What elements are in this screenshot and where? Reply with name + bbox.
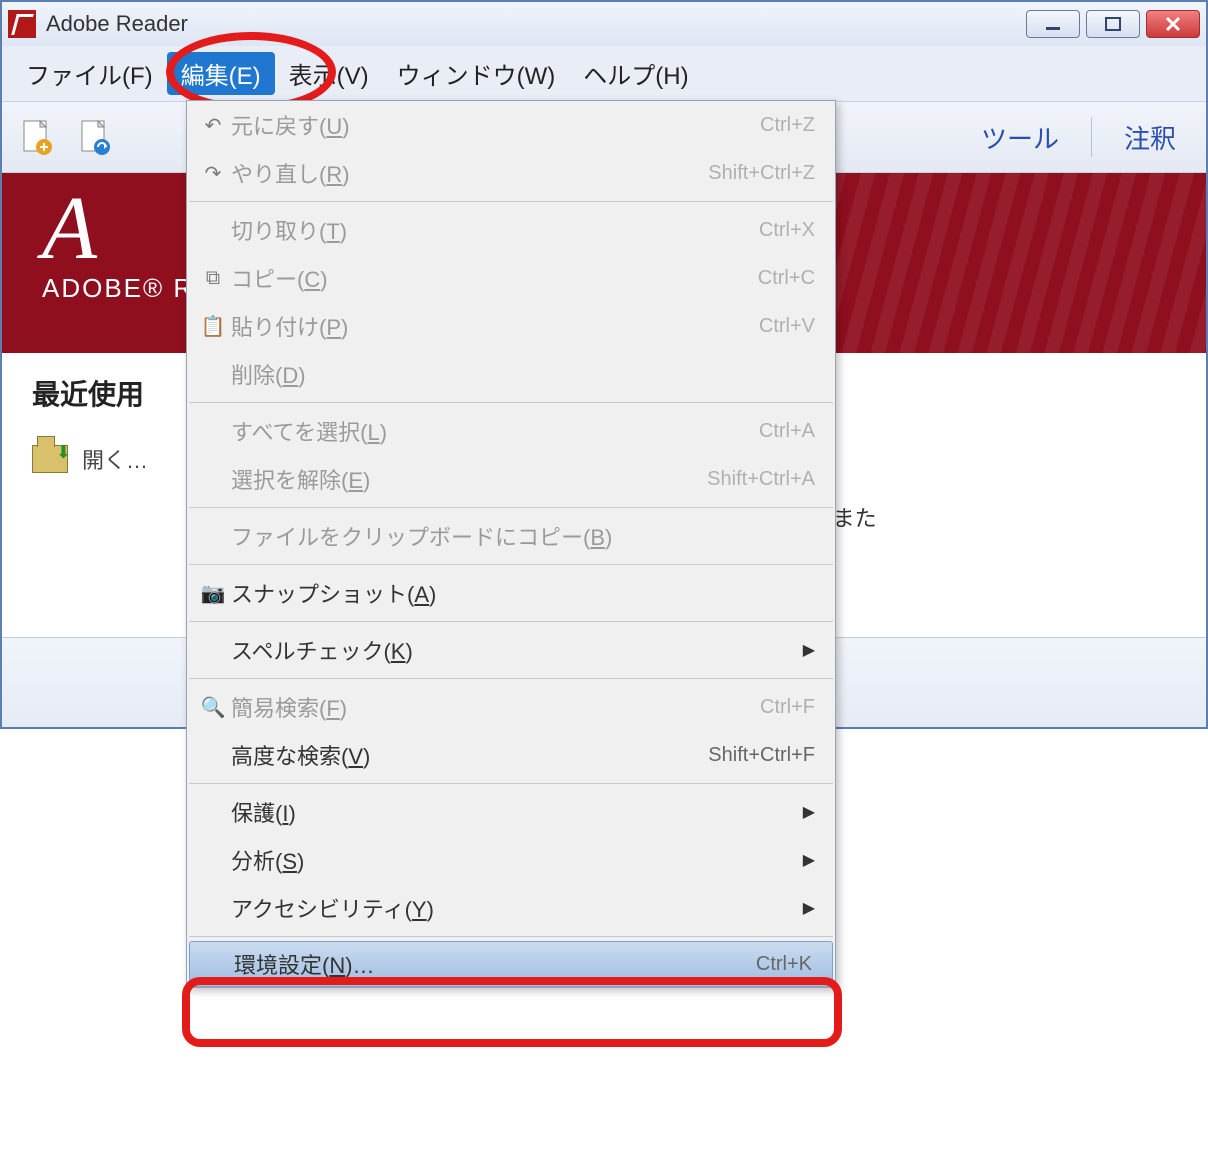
menu-item-protect[interactable]: 保護(I) ▶ [187,788,835,836]
menu-item-analyze[interactable]: 分析(S) ▶ [187,836,835,884]
menubar: ファイル(F) 編集(E) 表示(V) ウィンドウ(W) ヘルプ(H) [2,46,1206,101]
menu-separator [189,507,833,508]
menu-item-advanced-find[interactable]: 高度な検索(V) Shift+Ctrl+F [187,731,835,779]
menu-separator [189,564,833,565]
menu-item-snapshot[interactable]: 📷 スナップショット(A) [187,569,835,617]
camera-icon: 📷 [195,581,231,606]
submenu-arrow-icon: ▶ [803,898,815,918]
edit-menu-dropdown: ↶ 元に戻す(U) Ctrl+Z ↷ やり直し(R) Shift+Ctrl+Z … [186,100,836,988]
menu-file[interactable]: ファイル(F) [12,52,167,95]
folder-open-icon: ⬇ [32,445,68,473]
copy-icon: ⧉ [195,267,231,290]
menu-item-find: 🔍 簡易検索(F) Ctrl+F [187,683,835,731]
toolbar-separator [1091,117,1092,157]
paste-icon: 📋 [195,314,231,339]
menu-window[interactable]: ウィンドウ(W) [383,52,570,95]
submenu-arrow-icon: ▶ [803,640,815,660]
menu-separator [189,402,833,403]
search-icon: 🔍 [195,695,231,720]
maximize-button[interactable] [1086,10,1140,38]
titlebar: Adobe Reader [2,2,1206,46]
comment-button[interactable]: 注釈 [1106,113,1194,162]
menu-item-select-all: すべてを選択(L) Ctrl+A [187,407,835,455]
menu-item-paste: 📋 貼り付け(P) Ctrl+V [187,302,835,350]
window-title: Adobe Reader [46,11,188,37]
menu-separator [189,201,833,202]
menu-help[interactable]: ヘルプ(H) [569,52,702,95]
submenu-arrow-icon: ▶ [803,802,815,822]
undo-icon: ↶ [195,113,231,138]
minimize-button[interactable] [1026,10,1080,38]
convert-pdf-icon[interactable] [72,115,116,159]
close-button[interactable] [1146,10,1200,38]
submenu-arrow-icon: ▶ [803,850,815,870]
menu-separator [189,936,833,937]
menu-item-deselect: 選択を解除(E) Shift+Ctrl+A [187,455,835,503]
menu-item-copy: ⧉ コピー(C) Ctrl+C [187,254,835,302]
create-pdf-icon[interactable] [14,115,58,159]
menu-item-redo: ↷ やり直し(R) Shift+Ctrl+Z [187,149,835,197]
menu-item-preferences[interactable]: 環境設定(N)… Ctrl+K [189,941,833,987]
redo-icon: ↷ [195,161,231,186]
menu-view[interactable]: 表示(V) [275,52,383,95]
tools-button[interactable]: ツール [963,113,1077,162]
adobe-reader-icon [8,10,36,38]
menu-separator [189,783,833,784]
menu-item-accessibility[interactable]: アクセシビリティ(Y) ▶ [187,884,835,932]
menu-item-spellcheck[interactable]: スペルチェック(K) ▶ [187,626,835,674]
menu-separator [189,621,833,622]
menu-separator [189,678,833,679]
menu-item-delete: 削除(D) [187,350,835,398]
menu-item-undo: ↶ 元に戻す(U) Ctrl+Z [187,101,835,149]
menu-item-copy-file-to-clipboard: ファイルをクリップボードにコピー(B) [187,512,835,560]
open-label: 開く… [82,443,148,475]
menu-edit[interactable]: 編集(E) [167,52,275,95]
menu-item-cut: 切り取り(T) Ctrl+X [187,206,835,254]
